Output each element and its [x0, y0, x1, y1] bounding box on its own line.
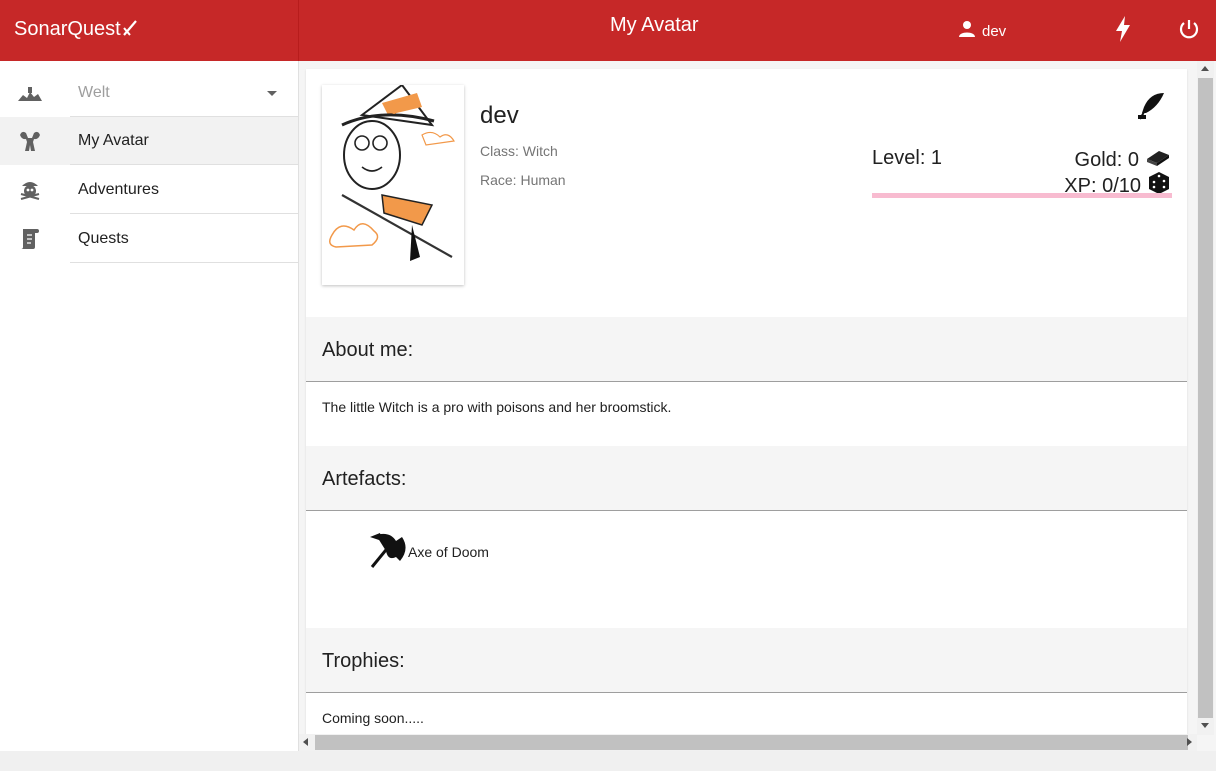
about-text: The little Witch is a pro with poisons a…	[322, 399, 672, 415]
sword-icon	[122, 19, 138, 43]
about-section-header: About me:	[306, 317, 1187, 382]
sidebar-item-quests[interactable]: Quests	[0, 215, 298, 263]
brand-logo[interactable]: SonarQuest	[14, 18, 138, 43]
avatar-card: dev Class: Witch Race: Human Level: 1 Go…	[306, 69, 1187, 737]
scroll-left-arrow-icon[interactable]	[303, 738, 308, 746]
sidebar-item-label: Quests	[78, 230, 129, 247]
divider	[70, 213, 298, 214]
world-icon	[18, 81, 42, 105]
brand-area: SonarQuest	[0, 0, 299, 61]
avatar-class: Class: Witch	[480, 143, 558, 159]
sidebar-item-label: My Avatar	[78, 132, 149, 149]
level-text: Level: 1	[872, 147, 943, 169]
vertical-scroll-thumb[interactable]	[1198, 78, 1213, 718]
main-content: dev Class: Witch Race: Human Level: 1 Go…	[299, 61, 1216, 751]
section-title: Trophies:	[322, 650, 405, 672]
sidebar-item-adventures[interactable]: Adventures	[0, 166, 298, 214]
person-icon	[958, 20, 976, 42]
brand-name: SonarQuest	[14, 18, 121, 40]
horizontal-scrollbar[interactable]	[299, 734, 1197, 751]
trophies-text: Coming soon.....	[322, 710, 424, 726]
avatar-race: Race: Human	[480, 172, 566, 188]
gold-text: Gold: 0	[1074, 148, 1139, 171]
user-menu-button[interactable]: dev	[958, 20, 1006, 42]
world-label: Welt	[78, 84, 110, 101]
scroll-right-arrow-icon[interactable]	[1187, 738, 1192, 746]
scroll-up-arrow-icon[interactable]	[1201, 66, 1209, 71]
scroll-down-arrow-icon[interactable]	[1201, 723, 1209, 728]
top-app-bar: SonarQuest My Avatar dev	[0, 0, 1216, 61]
gold-display: Gold: 0	[1075, 147, 1171, 173]
sidebar: Welt My Avatar Adventures Quests	[0, 61, 299, 751]
chevron-down-icon	[267, 91, 277, 96]
username: dev	[982, 22, 1007, 40]
sidebar-item-label: Adventures	[78, 181, 159, 198]
avatar-image	[322, 83, 464, 285]
muscle-icon	[18, 129, 42, 153]
quill-icon[interactable]	[1136, 91, 1166, 126]
page-title: My Avatar	[610, 14, 699, 36]
lightning-bolt-icon[interactable]	[1114, 16, 1132, 47]
artefact-item[interactable]: Axe of Doom	[368, 531, 489, 572]
sidebar-item-my-avatar[interactable]: My Avatar	[0, 117, 298, 165]
section-title: Artefacts:	[322, 468, 407, 490]
trophies-section-header: Trophies:	[306, 628, 1187, 693]
artefact-name: Axe of Doom	[408, 543, 489, 560]
power-icon[interactable]	[1178, 18, 1200, 45]
pirate-skull-icon	[18, 178, 42, 202]
artefacts-section-header: Artefacts:	[306, 446, 1187, 511]
divider	[70, 262, 298, 263]
section-title: About me:	[322, 339, 414, 361]
gold-bar-icon	[1145, 147, 1171, 173]
scroll-icon	[18, 227, 42, 251]
xp-progress-bar	[872, 193, 1172, 198]
avatar-name: dev	[480, 102, 519, 129]
horizontal-scroll-thumb[interactable]	[315, 735, 1188, 750]
axe-icon	[368, 531, 408, 572]
vertical-scrollbar[interactable]	[1197, 61, 1214, 735]
divider	[70, 164, 298, 165]
world-select[interactable]: Welt	[0, 69, 298, 117]
